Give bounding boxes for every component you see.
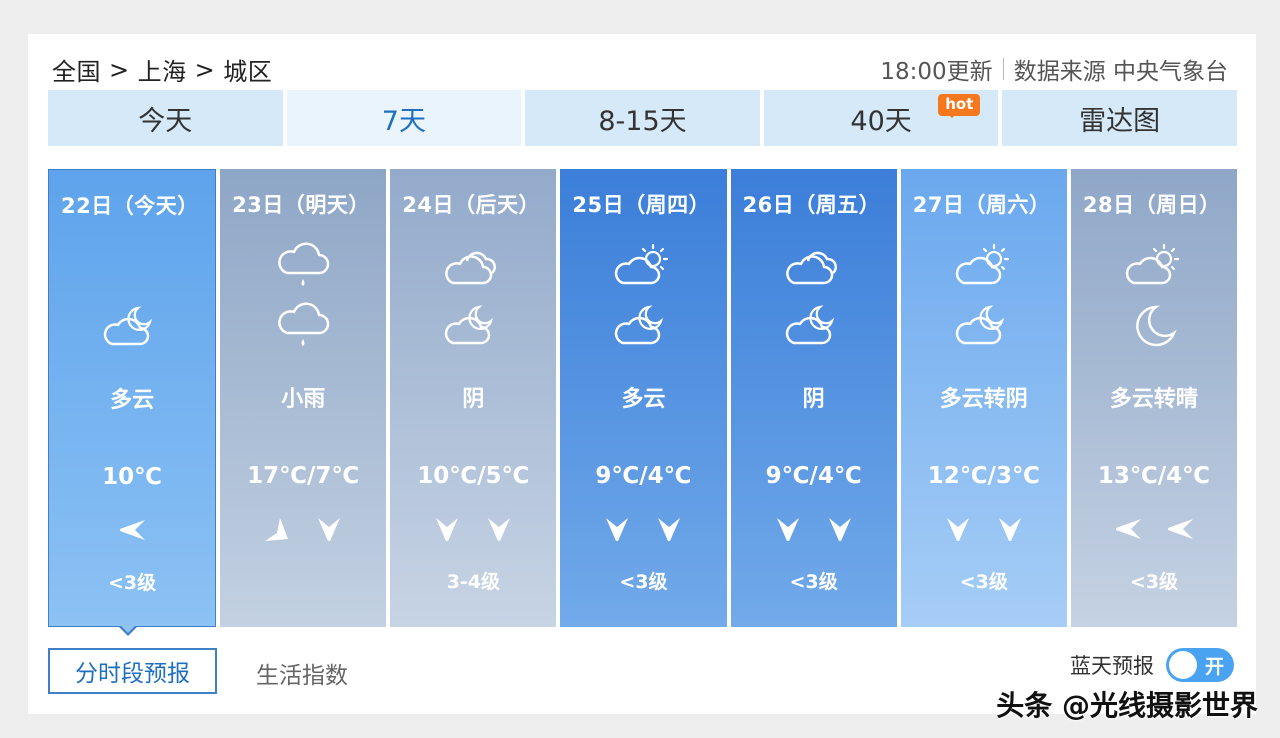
selected-day-pointer: [118, 625, 138, 636]
north-wind-icon: [432, 515, 462, 543]
day-condition: 多云转阴: [939, 387, 1028, 412]
day-temperature: 13℃/4℃: [1097, 463, 1210, 489]
wind-level: <3级: [1129, 571, 1178, 593]
data-source: 数据来源 中央气象台: [1013, 59, 1228, 85]
tab-label: 8-15天: [598, 105, 687, 137]
day-temperature: 12℃/3℃: [927, 463, 1040, 489]
tab-life-index[interactable]: 生活指数: [256, 656, 348, 690]
day-condition: 阴: [462, 387, 485, 412]
tab-label: 今天: [138, 105, 193, 137]
day-date: 22日（今天）: [61, 194, 199, 218]
west-wind-icon: [1165, 515, 1195, 543]
day-condition: 多云: [621, 387, 666, 412]
day-date: 25日（周四）: [572, 193, 711, 217]
cloud-sun-icon: [1124, 241, 1184, 291]
toggle-state: 开: [1204, 656, 1224, 678]
rain-icon: [273, 241, 333, 291]
day-card-27[interactable]: 27日（周六） 多云转阴 12℃/3℃ <3级: [900, 169, 1067, 627]
day-date: 23日（明天）: [232, 193, 370, 217]
breadcrumb: 全国 > 上海 > 城区: [52, 52, 272, 87]
cloud-moon-icon: [613, 301, 673, 351]
breadcrumb-separator: >: [194, 55, 216, 84]
day-date: 28日（周日）: [1082, 193, 1221, 217]
breadcrumb-country[interactable]: 全国: [52, 52, 101, 87]
tab-label: 7天: [381, 105, 426, 137]
update-time: 18:00更新: [880, 59, 993, 85]
day-condition: 小雨: [281, 387, 326, 412]
north-wind-icon: [773, 515, 803, 543]
north-wind-icon: [943, 515, 973, 543]
forecast-tabs: 今天 7天 8-15天 40天 hot 雷达图: [48, 90, 1237, 146]
breadcrumb-separator: >: [109, 55, 130, 84]
breadcrumb-city[interactable]: 上海: [138, 52, 187, 87]
bluesky-forecast: 蓝天预报 开: [1070, 648, 1234, 682]
tab-label: 雷达图: [1079, 105, 1161, 137]
wind-directions: [1071, 515, 1237, 543]
day-date: 26日（周五）: [742, 193, 881, 217]
wind-directions: [901, 515, 1067, 543]
cloud-sun-icon: [954, 241, 1014, 291]
day-date: 24日（后天）: [402, 193, 541, 217]
day-temperature: 10℃/5℃: [417, 463, 530, 489]
overcast-icon: [784, 241, 844, 291]
breadcrumb-district[interactable]: 城区: [223, 52, 272, 87]
watermark: 头条 @光线摄影世界: [996, 689, 1258, 722]
north-wind-icon: [314, 515, 344, 543]
day-card-28[interactable]: 28日（周日） 多云转晴 13℃/4℃ <3级: [1070, 169, 1237, 627]
tab-hourly-forecast[interactable]: 分时段预报: [48, 648, 217, 694]
tab-label: 40天: [850, 105, 912, 137]
cloud-sun-icon: [613, 241, 673, 291]
update-info: 18:00更新 数据来源 中央气象台: [880, 52, 1228, 86]
wind-directions: [390, 515, 556, 543]
day-card-23[interactable]: 23日（明天） 小雨 17℃/7℃: [220, 169, 387, 627]
north-wind-icon: [825, 515, 855, 543]
day-temperature: 9℃/4℃: [595, 463, 692, 489]
wind-level: <3级: [108, 572, 157, 594]
tab-7-days[interactable]: 7天: [286, 90, 522, 146]
tab-8-15-days[interactable]: 8-15天: [525, 90, 760, 146]
overcast-icon: [443, 241, 503, 291]
day-card-25[interactable]: 25日（周四） 多云 9℃/4℃ <3级: [560, 169, 727, 627]
wind-directions: [220, 515, 386, 543]
cloud-moon-icon: [102, 302, 162, 352]
north-wind-icon: [484, 515, 514, 543]
rain-icon: [273, 301, 333, 351]
wind-level: <3级: [789, 571, 838, 593]
day-card-24[interactable]: 24日（后天） 阴 10℃/5℃ 3-4级: [390, 169, 557, 627]
cloud-moon-icon: [954, 301, 1014, 351]
day-temperature: 17℃/7℃: [247, 463, 360, 489]
day-condition: 多云转晴: [1109, 387, 1198, 412]
tab-today[interactable]: 今天: [48, 90, 283, 146]
north-wind-icon: [602, 515, 632, 543]
bluesky-label: 蓝天预报: [1070, 654, 1154, 678]
west-wind-icon: [1113, 515, 1143, 543]
tab-40-days[interactable]: 40天 hot: [763, 90, 999, 146]
day-card-26[interactable]: 26日（周五） 阴 9℃/4℃ <3级: [730, 169, 897, 627]
day-date: 27日（周六）: [912, 193, 1051, 217]
divider: [1002, 58, 1004, 80]
north-wind-icon: [654, 515, 684, 543]
hot-badge: hot: [938, 94, 981, 118]
cloud-moon-icon: [443, 301, 503, 351]
day-temperature: 9℃/4℃: [765, 463, 862, 489]
wind-directions: [731, 515, 897, 543]
moon-icon: [1124, 301, 1184, 351]
wind-directions: [560, 515, 726, 543]
cloud-moon-icon: [784, 301, 844, 351]
west-wind-icon: [117, 516, 147, 544]
wind-level: 3-4级: [446, 571, 501, 593]
northeast-wind-icon: [262, 515, 292, 543]
bluesky-toggle[interactable]: 开: [1166, 648, 1234, 682]
wind-level: <3级: [619, 571, 668, 593]
toggle-knob: [1169, 651, 1197, 679]
day-card-22[interactable]: 22日（今天） 多云 10℃ <3级: [48, 169, 217, 627]
daily-forecast: 22日（今天） 多云 10℃ <3级 23日（明天） 小雨 17℃/7℃ 24日…: [48, 169, 1237, 627]
wind-level: <3级: [959, 571, 1008, 593]
north-wind-icon: [995, 515, 1025, 543]
day-temperature: 10℃: [102, 464, 162, 490]
day-condition: 阴: [802, 387, 825, 412]
wind-directions: [49, 516, 215, 544]
day-condition: 多云: [110, 388, 155, 413]
tab-radar[interactable]: 雷达图: [1002, 90, 1237, 146]
